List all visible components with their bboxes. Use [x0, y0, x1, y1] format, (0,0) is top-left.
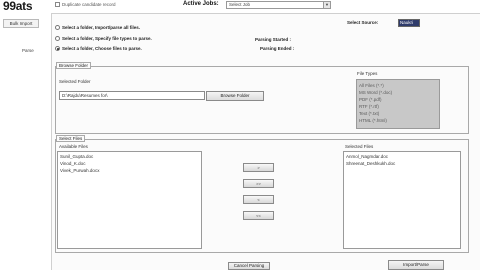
- file-type-item[interactable]: HTML (*.html): [359, 118, 387, 123]
- selected-files-list[interactable]: Anmol_Nagmdar.doc Shreenat_Deshkukh.doc: [343, 151, 461, 249]
- move-right-button[interactable]: >: [243, 163, 274, 172]
- browse-folder-button[interactable]: Browse Folder: [206, 91, 264, 101]
- select-source-dropdown[interactable]: Naukri: [398, 19, 420, 27]
- option-all-files-label: Select a folder, Import/parse all files.: [62, 25, 141, 30]
- folder-path-input[interactable]: D:\Rajdu\Resumes for\: [59, 91, 205, 100]
- app-logo: 99ats: [3, 0, 33, 13]
- list-item[interactable]: Vinod_K.doc: [60, 161, 85, 166]
- list-item[interactable]: Shreenat_Deshkukh.doc: [346, 161, 395, 166]
- move-all-right-button[interactable]: >>: [243, 179, 274, 188]
- file-type-item[interactable]: Text (*.txt): [359, 111, 379, 116]
- active-jobs-select[interactable]: Select Job ▼: [226, 1, 331, 9]
- list-item[interactable]: Vivek_Purwah.docx: [60, 168, 99, 173]
- file-type-item[interactable]: RTF (*.rtf): [359, 104, 379, 109]
- option-all-files-radio[interactable]: [55, 25, 60, 30]
- file-types-label: File Types: [357, 71, 378, 76]
- cancel-parsing-button[interactable]: Cancel Parsing: [228, 262, 270, 270]
- tab-bulk-import[interactable]: Bulk Import: [3, 19, 39, 28]
- file-types-list[interactable]: All Files (*.*) MS Word (*.doc) PDF (*.p…: [356, 79, 440, 129]
- move-left-button[interactable]: <: [243, 195, 274, 204]
- list-item[interactable]: Anmol_Nagmdar.doc: [346, 154, 388, 159]
- file-type-item[interactable]: PDF (*.pdf): [359, 97, 382, 102]
- browse-folder-legend: Browse Folder: [56, 62, 92, 69]
- selected-folder-label: Selected Folder: [59, 79, 91, 84]
- available-files-list[interactable]: Sunil_Gupta.doc Vinod_K.doc Vivek_Purwah…: [57, 151, 202, 249]
- available-files-label: Available Files: [59, 144, 88, 149]
- chevron-down-icon[interactable]: ▼: [323, 2, 330, 8]
- option-choose-files-label: Select a folder, Choose files to parse.: [62, 46, 142, 51]
- duplicate-checkbox-label: Duplicate candidate record: [62, 2, 116, 7]
- file-type-item[interactable]: MS Word (*.doc): [359, 90, 392, 95]
- option-choose-files-radio[interactable]: [55, 46, 60, 51]
- active-jobs-value: Select Job: [229, 2, 251, 7]
- selected-files-label: Selected Files: [345, 144, 374, 149]
- move-all-left-button[interactable]: <<: [243, 211, 274, 220]
- file-type-item[interactable]: All Files (*.*): [359, 83, 384, 88]
- option-file-types-label: Select a folder, Specify file types to p…: [62, 36, 152, 41]
- import-parse-button[interactable]: Import/Parse: [388, 260, 444, 270]
- parsing-ended-label: Parsing Ended :: [260, 46, 295, 51]
- top-bar: 99ats Duplicate candidate record Active …: [0, 0, 480, 13]
- option-file-types-radio[interactable]: [55, 36, 60, 41]
- select-source-label: Select Source:: [347, 20, 379, 25]
- active-jobs-label: Active Jobs:: [183, 1, 219, 7]
- parsing-started-label: Parsing Started :: [255, 37, 292, 42]
- duplicate-checkbox[interactable]: [55, 2, 60, 7]
- select-files-legend: Select Files: [56, 135, 86, 142]
- list-item[interactable]: Sunil_Gupta.doc: [60, 154, 93, 159]
- nav-item-parse[interactable]: Parse: [22, 48, 34, 53]
